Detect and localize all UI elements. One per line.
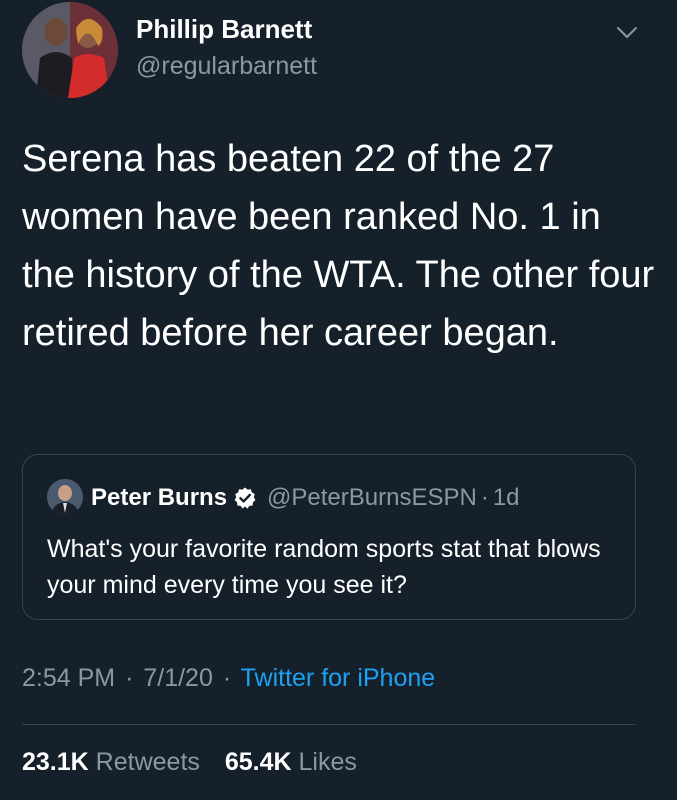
author-name[interactable]: Phillip Barnett: [136, 14, 312, 45]
quoted-tweet-text: What's your favorite random sports stat …: [47, 535, 601, 599]
likes-stat[interactable]: 65.4K Likes: [225, 748, 357, 777]
meta-separator: ·: [125, 664, 134, 692]
tweet-source-link[interactable]: Twitter for iPhone: [241, 664, 436, 692]
likes-count: 65.4K: [224, 748, 292, 776]
quoted-author-avatar: [47, 479, 83, 515]
likes-label: Likes: [298, 748, 357, 776]
retweets-label: Retweets: [95, 748, 200, 776]
retweets-count: 23.1K: [22, 748, 89, 776]
meta-separator: ·: [222, 664, 232, 692]
retweets-stat[interactable]: 23.1K Retweets: [22, 748, 200, 777]
tweet-time: 2:54 PM: [22, 664, 116, 692]
quoted-separator: ·: [480, 484, 489, 511]
quoted-tweet-card[interactable]: Peter Burns @PeterBurnsESPN · 1d What's …: [22, 454, 636, 620]
tweet-date: 7/1/20: [143, 664, 213, 692]
author-avatar[interactable]: [22, 2, 118, 98]
author-handle[interactable]: @regularbarnett: [136, 52, 317, 81]
verified-badge-icon: [233, 486, 257, 510]
quoted-author-name: Peter Burns: [91, 484, 228, 511]
quoted-tweet-age: 1d: [492, 484, 520, 511]
tweet-metadata: 2:54 PM · 7/1/20 · Twitter for iPhone: [22, 664, 435, 693]
quoted-author-handle: @PeterBurnsESPN: [267, 484, 477, 511]
tweet-detail: Phillip Barnett @regularbarnett Serena h…: [0, 0, 677, 800]
engagement-stats: 23.1K Retweets 65.4K Likes: [22, 748, 357, 777]
divider: [22, 724, 636, 725]
tweet-text: Serena has beaten 22 of the 27 women hav…: [22, 138, 655, 354]
chevron-down-icon[interactable]: [615, 22, 639, 42]
quoted-tweet-header: Peter Burns @PeterBurnsESPN · 1d: [91, 483, 520, 513]
